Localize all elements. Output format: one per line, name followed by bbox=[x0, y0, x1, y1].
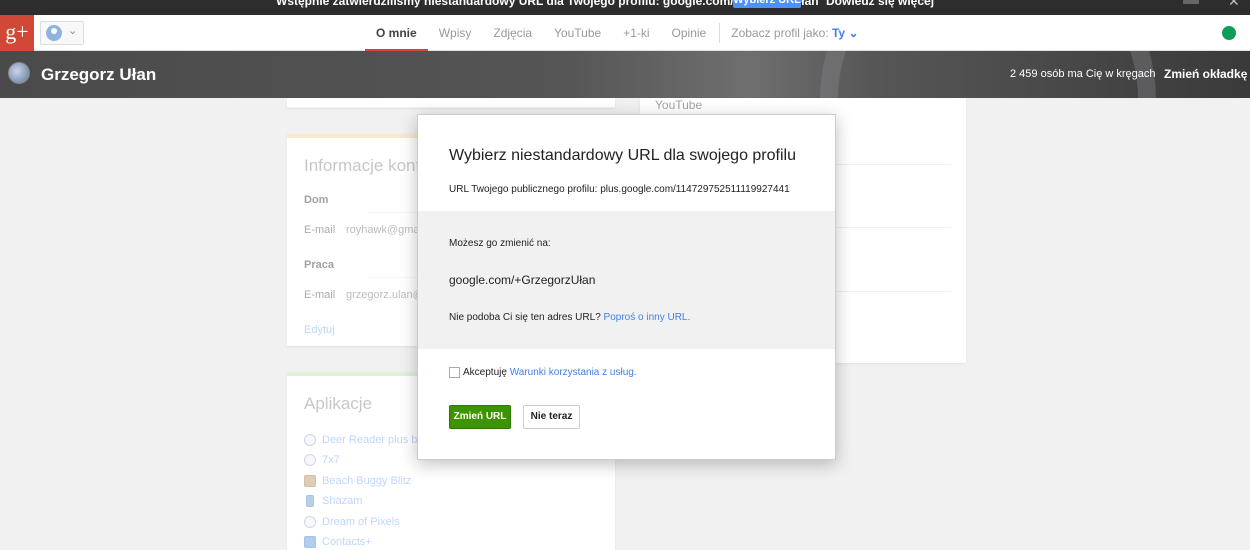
terms-text: Akceptuję bbox=[463, 367, 507, 378]
not-now-button[interactable]: Nie teraz bbox=[523, 405, 580, 429]
terms-checkbox[interactable] bbox=[449, 367, 460, 378]
choose-url-button[interactable]: Wybierz URL bbox=[733, 0, 801, 8]
terms-row: Akceptuję Warunki korzystania z usług. bbox=[449, 367, 637, 378]
proposed-url: google.com/+GrzegorzUłan bbox=[449, 273, 596, 287]
view-profile-as[interactable]: Zobacz profil jako: Ty ⌄ bbox=[720, 26, 869, 40]
request-other-url-link[interactable]: Poproś o inny URL. bbox=[604, 312, 691, 323]
google-plus-logo[interactable]: g+ bbox=[0, 15, 34, 51]
dislike-text: Nie podoba Ci się ten adres URL? bbox=[449, 312, 601, 323]
terms-link[interactable]: Warunki korzystania z usług. bbox=[510, 367, 637, 378]
close-icon[interactable]: ✕ bbox=[1228, 0, 1240, 10]
chevron-down-icon: ⌄ bbox=[68, 25, 78, 37]
hangouts-icon[interactable] bbox=[1222, 26, 1236, 40]
tab-posts[interactable]: Wpisy bbox=[428, 15, 483, 51]
tab-reviews[interactable]: Opinie bbox=[661, 15, 718, 51]
view-as-label: Zobacz profil jako: bbox=[731, 26, 829, 40]
learn-more-link[interactable]: Dowiedz się więcej bbox=[826, 0, 934, 8]
cover-photo: Grzegorz Ułan 2 459 osób ma Cię w kręgac… bbox=[0, 51, 1250, 98]
current-url-text: URL Twojego publicznego profilu: plus.go… bbox=[449, 184, 790, 195]
notification-bar: Wstępnie zatwierdziliśmy niestandardowy … bbox=[0, 0, 1250, 15]
url-proposal-panel: Możesz go zmienić na: google.com/+Grzego… bbox=[418, 211, 835, 349]
profile-tabs: O mnie Wpisy Zdjęcia YouTube +1-ki Opini… bbox=[365, 15, 870, 51]
change-cover-button[interactable]: Zmień okładkę bbox=[1164, 67, 1247, 81]
user-icon bbox=[46, 25, 62, 41]
change-url-button[interactable]: Zmień URL bbox=[449, 405, 511, 429]
view-as-value[interactable]: Ty bbox=[832, 26, 845, 40]
account-switcher[interactable]: ⌄ bbox=[40, 21, 84, 45]
tab-plus-ones[interactable]: +1-ki bbox=[612, 15, 660, 51]
circles-count[interactable]: 2 459 osób ma Cię w kręgach bbox=[1010, 68, 1156, 80]
tab-about[interactable]: O mnie bbox=[365, 15, 428, 51]
tab-photos[interactable]: Zdjęcia bbox=[482, 15, 543, 51]
change-label: Możesz go zmienić na: bbox=[449, 238, 551, 249]
bell-icon[interactable] bbox=[1183, 0, 1199, 4]
tab-youtube[interactable]: YouTube bbox=[543, 15, 612, 51]
top-navigation: g+ ⌄ O mnie Wpisy Zdjęcia YouTube +1-ki … bbox=[0, 15, 1250, 51]
avatar[interactable] bbox=[8, 62, 30, 84]
dialog-title: Wybierz niestandardowy URL dla swojego p… bbox=[449, 147, 796, 164]
profile-name: Grzegorz Ułan bbox=[41, 65, 157, 84]
dislike-row: Nie podoba Ci się ten adres URL? Poproś … bbox=[449, 312, 690, 323]
chevron-down-icon: ⌄ bbox=[848, 26, 859, 40]
custom-url-dialog: Wybierz niestandardowy URL dla swojego p… bbox=[417, 114, 836, 460]
